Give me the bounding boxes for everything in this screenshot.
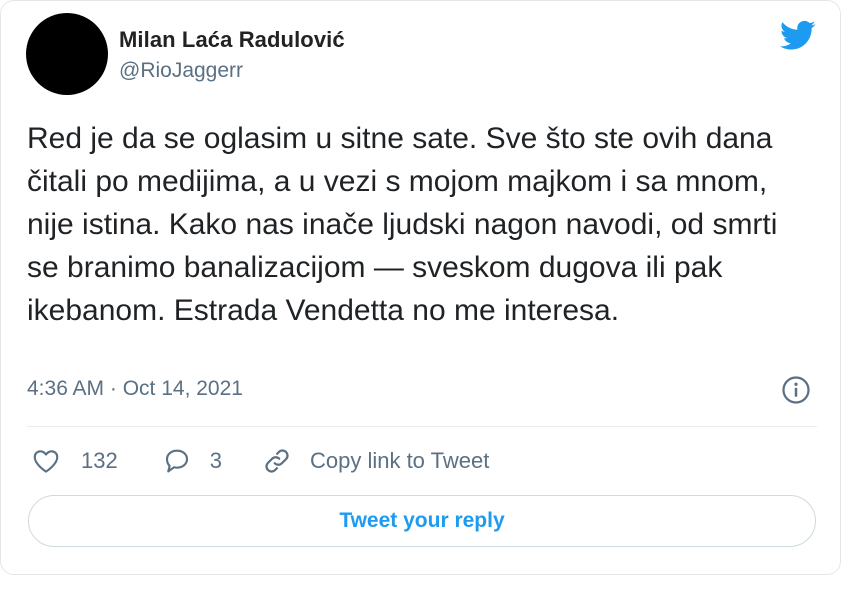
info-icon[interactable] <box>781 375 811 405</box>
tweet-timestamp[interactable]: 4:36 AM · Oct 14, 2021 <box>27 377 243 401</box>
reply-count: 3 <box>209 448 222 473</box>
tweet-your-reply-button[interactable]: Tweet your reply <box>28 495 816 547</box>
author-handle[interactable]: @RioJaggerr <box>119 59 243 83</box>
divider <box>27 426 817 427</box>
tweet-actions: 132 3 Copy link to Tweet <box>31 443 489 479</box>
copy-link-label: Copy link to Tweet <box>309 448 490 473</box>
avatar[interactable] <box>26 13 108 95</box>
like-count: 132 <box>81 448 118 473</box>
tweet-text: Red je da se oglasim u sitne sate. Sve š… <box>27 122 778 327</box>
link-icon <box>265 449 289 473</box>
copy-link-button[interactable]: Copy link to Tweet <box>262 446 489 476</box>
like-button[interactable]: 132 <box>31 446 162 476</box>
author-display-name[interactable]: Milan Laća Radulović <box>119 27 345 53</box>
twitter-bird-icon[interactable] <box>778 17 818 53</box>
speech-bubble-icon <box>165 449 188 473</box>
heart-icon <box>33 450 59 473</box>
tweet-card: Milan Laća Radulović @RioJaggerr Red je … <box>0 0 841 575</box>
reply-action-button[interactable]: 3 <box>162 446 262 476</box>
